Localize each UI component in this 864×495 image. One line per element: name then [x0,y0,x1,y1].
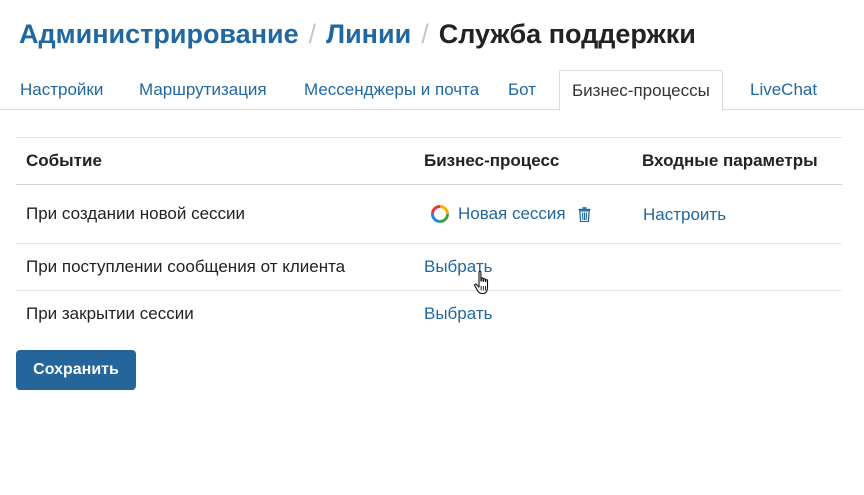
select-process-link[interactable]: Выбрать [424,304,492,323]
configure-link[interactable]: Настроить [643,205,726,225]
tab-livechat[interactable]: LiveChat [750,70,817,110]
params-cell: Настроить [642,185,842,244]
params-cell [642,244,842,291]
event-name: При поступлении сообщения от клиента [26,257,346,276]
process-cell: Новая сессия [424,185,642,244]
params-cell [642,291,842,338]
process-link-new-session[interactable]: Новая сессия [458,204,566,224]
business-processes-page: Администрирование / Линии / Служба подде… [0,0,864,495]
header-business-process: Бизнес-процесс [424,151,560,170]
events-table: Событие Бизнес-процесс Входные параметры… [16,137,842,337]
breadcrumb-administration[interactable]: Администрирование [19,19,299,50]
breadcrumb: Администрирование / Линии / Служба подде… [19,16,696,52]
table-row: При закрытии сессии Выбрать [16,291,842,338]
tab-settings[interactable]: Настройки [20,70,103,110]
process-ring-icon [430,204,450,224]
table-row: При создании новой сессии Новая сессия Н… [16,185,842,244]
page-title: Служба поддержки [438,18,696,49]
tab-bot[interactable]: Бот [508,70,536,110]
tab-bar: Настройки Маршрутизация Мессенджеры и по… [0,70,864,111]
event-name: При создании новой сессии [26,204,246,223]
table-header-row: Событие Бизнес-процесс Входные параметры [16,137,842,185]
process-cell: Выбрать [424,291,642,338]
tab-business-processes[interactable]: Бизнес-процессы [559,70,723,111]
breadcrumb-separator: / [308,18,317,49]
select-process-link[interactable]: Выбрать [424,257,492,276]
event-name: При закрытии сессии [26,304,194,323]
tab-messengers-mail[interactable]: Мессенджеры и почта [304,70,479,110]
table-row: При поступлении сообщения от клиента Выб… [16,244,842,291]
breadcrumb-separator: / [421,18,429,49]
header-event: Событие [26,151,102,170]
save-button[interactable]: Сохранить [16,350,136,390]
process-cell: Выбрать [424,244,642,291]
header-input-params: Входные параметры [642,151,818,170]
trash-icon[interactable] [578,206,591,222]
breadcrumb-lines[interactable]: Линии [326,19,411,50]
tab-routing[interactable]: Маршрутизация [139,70,267,110]
